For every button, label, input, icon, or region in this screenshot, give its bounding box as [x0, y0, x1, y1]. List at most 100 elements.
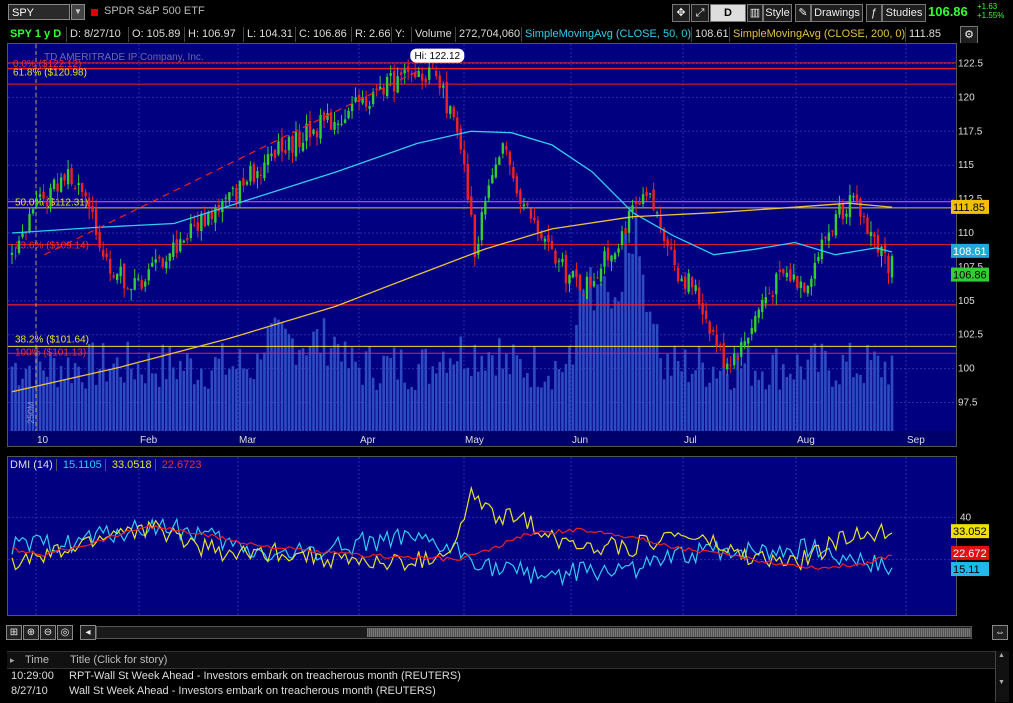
down-candle: [112, 275, 115, 278]
symbol-input[interactable]: SPY: [8, 4, 70, 20]
news-row[interactable]: 8/27/10 Wall St Week Ahead - Investors em…: [7, 684, 995, 698]
dmi-chart[interactable]: [8, 457, 956, 615]
down-candle: [217, 204, 221, 212]
drawings-icon[interactable]: ✎: [795, 4, 811, 22]
volume-bar: [140, 374, 144, 431]
down-candle: [508, 151, 512, 165]
down-candle: [796, 275, 799, 289]
volume-bar: [56, 387, 59, 431]
studies-icon[interactable]: ƒ: [866, 4, 882, 22]
volume-bar: [207, 388, 210, 431]
volume-bar: [739, 368, 743, 431]
price-panel[interactable]: 10 Feb Mar Apr May Jun Jul Aug Sep TD AMERITRADE …: [7, 43, 957, 447]
up-candle: [442, 85, 445, 88]
sort-icon[interactable]: ▸: [10, 655, 15, 666]
up-candle: [449, 106, 452, 114]
up-candle: [890, 256, 894, 278]
volume-bar: [98, 368, 101, 431]
down-candle: [876, 235, 880, 253]
volume-bar: [462, 369, 466, 431]
down-candle: [382, 88, 385, 95]
volume-bar: [792, 379, 796, 431]
fib-label: 100% ($101.13): [15, 347, 86, 358]
down-candle: [645, 192, 648, 197]
volume-bar: [750, 385, 754, 431]
price-change: +1.63 +1.55%: [977, 2, 1004, 20]
news-scrollbar[interactable]: ▲ ▼: [995, 651, 1009, 702]
news-title[interactable]: RPT-Wall St Week Ahead - Investors embar…: [69, 669, 461, 683]
expand-icon[interactable]: ⊞: [6, 625, 22, 640]
bar-low: L: 104.31: [244, 27, 296, 42]
scroll-up-icon[interactable]: ▲: [998, 652, 1005, 659]
price-chart[interactable]: 10 Feb Mar Apr May Jun Jul Aug SepTD AMERITRADE …: [8, 44, 956, 446]
volume-bar: [427, 383, 431, 431]
dmi-header: DMI (14) 15.1105 33.0518 22.6723: [10, 459, 204, 472]
down-candle: [473, 214, 476, 257]
down-candle: [596, 277, 599, 279]
news-row[interactable]: 10:29:00 RPT-Wall St Week Ahead - Investo…: [7, 669, 995, 683]
price-axis[interactable]: 122.5 120 117.5 115 112.5 110 107.5 105 102.5 100…: [951, 43, 990, 447]
chart-settings-icon[interactable]: ⚙: [960, 26, 978, 44]
time-scrollbar[interactable]: [96, 626, 972, 639]
zoom-icon[interactable]: ⤢: [691, 4, 709, 22]
time-tick-label: Apr: [360, 435, 376, 446]
dmi-panel[interactable]: DMI (14) 15.1105 33.0518 22.6723: [7, 456, 957, 616]
scroll-down-icon[interactable]: ▼: [998, 679, 1005, 686]
symbol-dropdown-icon[interactable]: ▼: [71, 4, 85, 20]
volume-bar: [280, 322, 284, 431]
volume-bar: [119, 376, 122, 431]
volume-bar: [189, 358, 193, 431]
news-title[interactable]: Wall St Week Ahead - Investors embark on…: [69, 684, 436, 698]
down-candle: [431, 68, 434, 70]
news-title-header[interactable]: Title (Click for story): [70, 654, 167, 666]
down-candle: [550, 240, 554, 250]
volume-bar: [732, 387, 736, 431]
volume-bar: [838, 384, 841, 431]
hi-label: Hi: 122.12: [415, 51, 461, 62]
crosshair-icon[interactable]: ✥: [672, 4, 690, 22]
price-tick-label: 120: [958, 92, 975, 103]
up-candle: [648, 193, 652, 195]
style-button[interactable]: Style: [763, 4, 792, 22]
volume-bar: [711, 366, 715, 431]
up-candle: [747, 337, 750, 344]
up-candle: [238, 181, 242, 204]
zoom-out-icon[interactable]: ⊖: [40, 625, 56, 640]
up-candle: [59, 177, 63, 192]
period-button[interactable]: D: [710, 4, 746, 22]
drawings-button[interactable]: Drawings: [811, 4, 863, 22]
volume-bar: [529, 387, 533, 431]
zoom-in-icon[interactable]: ⊕: [23, 625, 39, 640]
down-candle: [768, 293, 771, 295]
up-candle: [35, 198, 38, 207]
up-candle: [52, 179, 56, 189]
scroll-left-icon[interactable]: ◂: [80, 625, 96, 640]
volume-bar: [301, 348, 305, 431]
volume-bar: [291, 338, 294, 431]
chart-style-icon[interactable]: ▥: [747, 4, 763, 22]
scrollbar-thumb[interactable]: [367, 628, 971, 637]
scroll-right-icon[interactable]: ⇔: [992, 625, 1008, 640]
down-candle: [70, 168, 73, 185]
down-candle: [459, 128, 462, 150]
up-candle: [168, 253, 171, 261]
down-candle: [456, 117, 459, 133]
news-time-header[interactable]: Time: [25, 654, 49, 666]
volume-bar: [420, 349, 424, 431]
dmi-axis[interactable]: 40 33.052 22.672 15.11: [951, 456, 990, 616]
studies-button[interactable]: Studies: [882, 4, 926, 22]
volume-bar: [701, 362, 704, 431]
down-candle: [666, 239, 669, 247]
down-candle: [673, 249, 676, 266]
volume-bar: [666, 354, 669, 431]
volume-bar: [543, 381, 547, 431]
bar-y: Y:: [392, 27, 412, 42]
down-candle: [697, 287, 701, 304]
volume-bar: [136, 363, 140, 431]
volume-bar: [680, 371, 683, 431]
up-candle: [484, 200, 487, 215]
reset-zoom-icon[interactable]: ◎: [57, 625, 73, 640]
volume-bar: [392, 347, 396, 431]
volume-bar: [242, 368, 245, 431]
up-candle: [172, 242, 175, 257]
